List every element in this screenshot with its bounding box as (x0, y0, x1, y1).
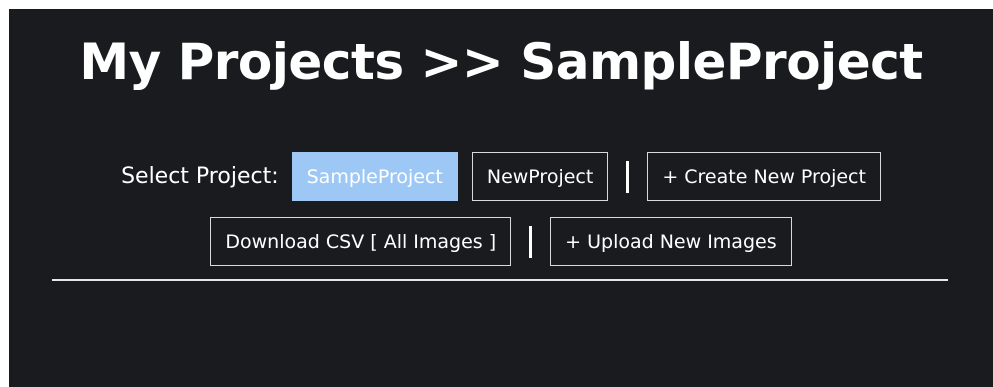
separator (529, 225, 533, 258)
separator (626, 160, 630, 193)
project-selector-row: Select Project: SampleProject NewProject… (9, 151, 993, 202)
actions-row: Download CSV [ All Images ] + Upload New… (9, 216, 993, 267)
app-frame: My Projects >> SampleProject Select Proj… (9, 9, 993, 387)
project-button-sampleproject[interactable]: SampleProject (291, 152, 458, 201)
select-project-label: Select Project: (121, 164, 279, 189)
upload-new-images-button[interactable]: + Upload New Images (550, 217, 792, 266)
create-new-project-button[interactable]: + Create New Project (647, 152, 881, 201)
divider (52, 279, 948, 281)
project-button-newproject[interactable]: NewProject (471, 152, 609, 201)
download-csv-button[interactable]: Download CSV [ All Images ] (210, 217, 512, 266)
page-title: My Projects >> SampleProject (79, 33, 923, 91)
